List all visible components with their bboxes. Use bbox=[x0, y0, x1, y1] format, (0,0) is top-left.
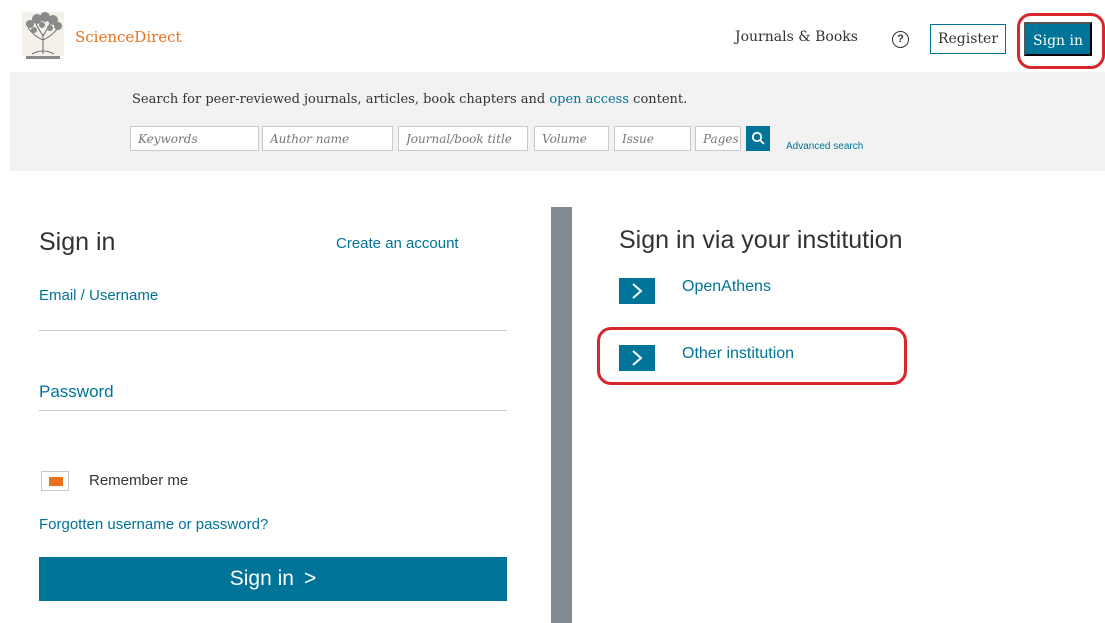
open-access-link[interactable]: open access bbox=[549, 92, 629, 107]
search-description-suffix: content. bbox=[629, 92, 688, 107]
search-description-prefix: Search for peer-reviewed journals, artic… bbox=[132, 92, 550, 107]
chevron-right-icon bbox=[619, 345, 655, 371]
email-label: Email / Username bbox=[39, 287, 159, 304]
remember-me-label: Remember me bbox=[89, 472, 189, 489]
author-input[interactable] bbox=[262, 126, 393, 151]
pages-input[interactable] bbox=[695, 126, 741, 151]
journals-books-link[interactable]: Journals & Books bbox=[735, 29, 858, 45]
search-button[interactable] bbox=[746, 126, 770, 151]
password-field[interactable] bbox=[39, 402, 507, 411]
create-account-link[interactable]: Create an account bbox=[336, 235, 459, 252]
issue-input[interactable] bbox=[614, 126, 691, 151]
header-signin-button[interactable]: Sign in bbox=[1024, 22, 1092, 56]
openathens-label: OpenAthens bbox=[682, 278, 771, 295]
search-description: Search for peer-reviewed journals, artic… bbox=[132, 92, 687, 107]
panel-divider bbox=[551, 207, 572, 623]
signin-submit-label: Sign in bbox=[229, 567, 294, 590]
site-header: ScienceDirect Journals & Books ? Registe… bbox=[0, 0, 1105, 70]
chevron-right-icon: > bbox=[303, 567, 317, 590]
institution-heading: Sign in via your institution bbox=[619, 226, 903, 254]
advanced-search-link[interactable]: Advanced search bbox=[786, 141, 863, 152]
brand-name[interactable]: ScienceDirect bbox=[75, 28, 182, 46]
forgot-credentials-link[interactable]: Forgotten username or password? bbox=[39, 516, 268, 533]
volume-input[interactable] bbox=[534, 126, 609, 151]
journal-title-input[interactable] bbox=[398, 126, 528, 151]
signin-heading: Sign in bbox=[39, 228, 116, 256]
other-institution-label: Other institution bbox=[682, 345, 795, 362]
signin-submit-button[interactable]: Sign in > bbox=[39, 557, 507, 601]
chevron-right-icon bbox=[619, 278, 655, 304]
keywords-input[interactable] bbox=[130, 126, 259, 151]
password-label: Password bbox=[39, 382, 114, 401]
email-field[interactable] bbox=[39, 305, 507, 331]
elsevier-logo-icon[interactable] bbox=[20, 10, 66, 62]
help-icon[interactable]: ? bbox=[892, 31, 909, 48]
register-button[interactable]: Register bbox=[930, 24, 1006, 54]
remember-me-checkbox[interactable] bbox=[41, 471, 69, 491]
search-icon bbox=[751, 131, 765, 145]
search-panel: Search for peer-reviewed journals, artic… bbox=[10, 72, 1105, 171]
